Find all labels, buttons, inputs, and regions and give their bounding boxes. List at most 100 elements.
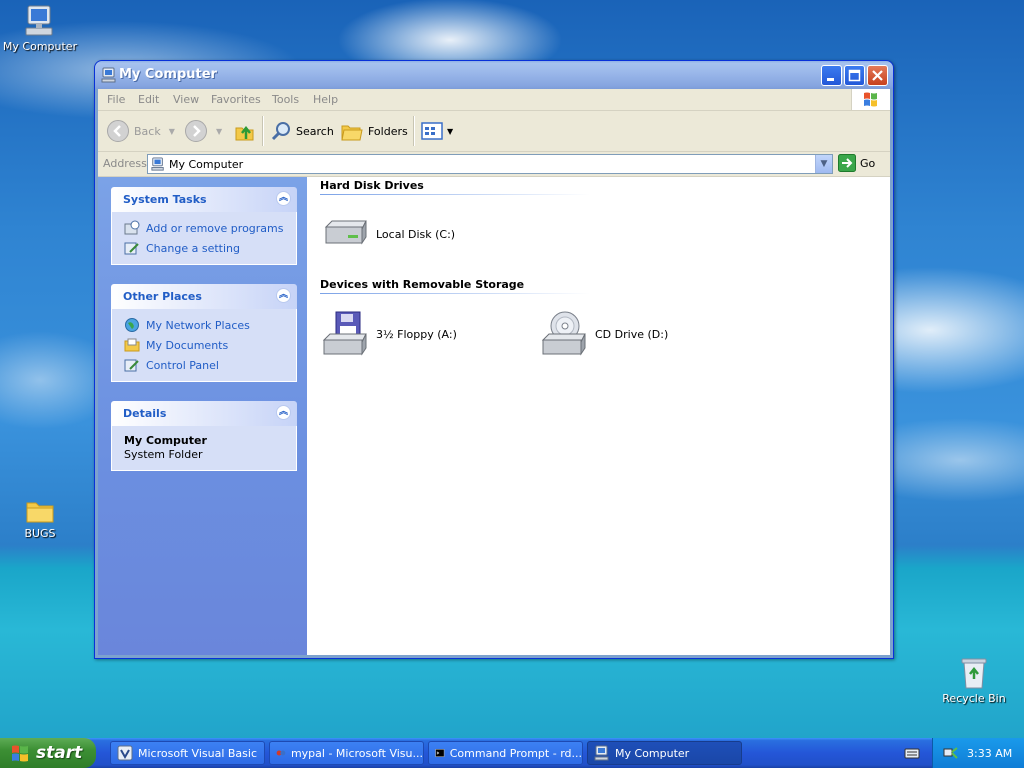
go-button[interactable]: Go <box>838 154 875 172</box>
chevron-down-icon: ▼ <box>820 159 828 169</box>
task-visual-basic[interactable]: Microsoft Visual Basic <box>110 741 265 765</box>
address-bar: Address My Computer ▼ Go <box>98 152 890 177</box>
start-button[interactable]: start <box>0 738 96 768</box>
task-command-prompt[interactable]: Command Prompt - rd... <box>428 741 583 765</box>
address-label: Address <box>103 157 147 170</box>
go-arrow-icon <box>838 154 856 172</box>
views-button[interactable]: ▼ <box>421 119 453 143</box>
add-remove-programs-link[interactable]: Add or remove programs <box>124 218 296 238</box>
address-value: My Computer <box>169 158 244 171</box>
back-label: Back <box>134 124 161 138</box>
task-label: My Computer <box>615 746 690 760</box>
folders-label: Folders <box>368 124 408 138</box>
my-network-places-link[interactable]: My Network Places <box>124 315 296 335</box>
collapse-icon[interactable]: ︽ <box>276 191 291 206</box>
taskbar: start Microsoft Visual Basic mypal - Mic… <box>0 738 1024 768</box>
menu-tools[interactable]: Tools <box>272 93 299 106</box>
desktop-icon-bugs[interactable]: BUGS <box>0 497 80 540</box>
menu-favorites[interactable]: Favorites <box>211 93 261 106</box>
desktop-icon-label: Recycle Bin <box>942 692 1006 705</box>
local-disk-c[interactable]: Local Disk (C:) <box>322 219 455 249</box>
keyboard-language-icon[interactable] <box>904 745 920 764</box>
search-label: Search <box>296 124 334 138</box>
title-bar[interactable]: My Computer <box>95 61 893 89</box>
system-tasks-header[interactable]: System Tasks ︽ <box>111 187 297 212</box>
back-dropdown-icon[interactable]: ▼ <box>169 127 175 136</box>
control-panel-link[interactable]: Control Panel <box>124 355 296 375</box>
link-label: My Network Places <box>146 318 250 332</box>
details-header[interactable]: Details ︽ <box>111 401 297 426</box>
floppy-drive-a[interactable]: 3½ Floppy (A:) <box>322 310 457 358</box>
computer-icon <box>101 67 116 83</box>
window-title: My Computer <box>119 67 217 82</box>
computer-icon <box>25 5 53 36</box>
folder-icon <box>26 502 54 523</box>
maximize-icon <box>848 69 861 82</box>
address-dropdown-button[interactable]: ▼ <box>815 155 832 173</box>
other-places-header[interactable]: Other Places ︽ <box>111 284 297 309</box>
toolbar: Back ▼ ▼ Search Folders ▼ <box>98 111 890 152</box>
visual-basic-project-icon <box>276 750 286 756</box>
up-button[interactable] <box>233 119 257 143</box>
task-label: Command Prompt - rd... <box>449 746 582 760</box>
maximize-button[interactable] <box>844 65 865 86</box>
group-divider <box>320 194 590 195</box>
task-label: Microsoft Visual Basic <box>138 746 258 760</box>
task-my-computer[interactable]: My Computer <box>587 741 742 765</box>
collapse-icon[interactable]: ︽ <box>276 288 291 303</box>
drive-label: Local Disk (C:) <box>376 227 456 241</box>
desktop-icon-label: BUGS <box>24 527 56 540</box>
folder-up-icon <box>235 125 254 141</box>
back-button[interactable]: Back ▼ <box>106 119 175 143</box>
other-places-panel: Other Places ︽ My Network Places My Docu… <box>111 284 297 382</box>
search-icon <box>271 122 290 141</box>
menu-file[interactable]: File <box>107 93 125 106</box>
windows-flag-icon <box>12 745 28 762</box>
views-icon <box>421 122 443 140</box>
forward-arrow-icon <box>185 120 207 142</box>
drive-label: CD Drive (D:) <box>595 327 669 341</box>
collapse-icon[interactable]: ︽ <box>276 405 291 420</box>
network-globe-icon <box>125 318 139 332</box>
windows-flag-icon <box>864 92 877 107</box>
search-button[interactable]: Search <box>270 119 334 143</box>
desktop-icon-label: My Computer <box>2 40 78 53</box>
forward-button[interactable]: ▼ <box>184 119 222 143</box>
change-setting-link[interactable]: Change a setting <box>124 238 296 258</box>
network-status-icon[interactable] <box>943 745 959 761</box>
menu-edit[interactable]: Edit <box>138 93 159 106</box>
visual-basic-icon <box>117 745 133 761</box>
file-view: Hard Disk Drives Local Disk (C:) Devices… <box>307 177 890 655</box>
my-computer-window: My Computer File Edit View Favorites Too… <box>94 60 894 659</box>
menu-help[interactable]: Help <box>313 93 338 106</box>
back-arrow-icon <box>107 120 129 142</box>
desktop-icon-recycle-bin[interactable]: Recycle Bin <box>934 656 1014 705</box>
cd-drive-icon <box>541 311 586 356</box>
close-button[interactable] <box>867 65 888 86</box>
start-label: start <box>36 743 83 763</box>
windows-logo <box>851 89 890 110</box>
minimize-button[interactable] <box>821 65 842 86</box>
folders-button[interactable]: Folders <box>340 119 408 143</box>
hard-drive-icon <box>324 220 367 245</box>
documents-folder-icon <box>124 338 140 352</box>
task-pane: System Tasks ︽ Add or remove programs Ch… <box>98 177 307 655</box>
system-tasks-title: System Tasks <box>123 193 207 206</box>
menu-view[interactable]: View <box>173 93 199 106</box>
menu-bar: File Edit View Favorites Tools Help <box>98 89 890 111</box>
my-documents-link[interactable]: My Documents <box>124 335 296 355</box>
drive-label: 3½ Floppy (A:) <box>376 327 457 341</box>
computer-icon <box>151 157 164 171</box>
desktop-icon-my-computer[interactable]: My Computer <box>0 4 80 53</box>
folders-icon <box>341 125 363 141</box>
task-label: mypal - Microsoft Visu... <box>290 746 423 760</box>
clock[interactable]: 3:33 AM <box>967 747 1012 760</box>
forward-dropdown-icon[interactable]: ▼ <box>216 127 222 136</box>
task-mypal-visual-basic[interactable]: mypal - Microsoft Visu... <box>269 741 424 765</box>
address-input[interactable]: My Computer ▼ <box>147 154 833 174</box>
cd-drive-d[interactable]: CD Drive (D:) <box>541 310 668 358</box>
computer-icon <box>594 745 609 761</box>
system-tasks-panel: System Tasks ︽ Add or remove programs Ch… <box>111 187 297 265</box>
recycle-bin-icon <box>961 658 987 689</box>
go-label: Go <box>860 156 876 170</box>
